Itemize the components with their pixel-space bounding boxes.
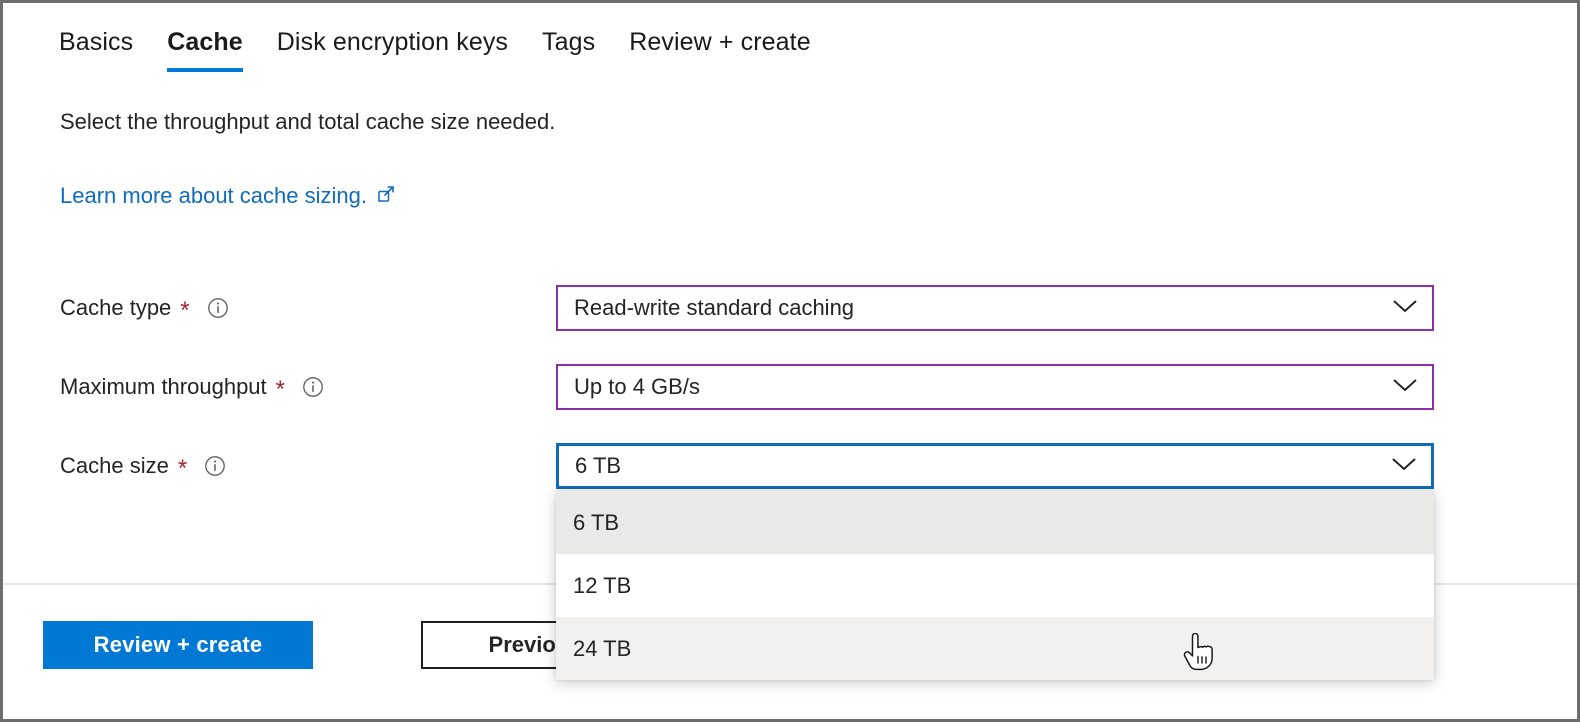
- field-label-text: Maximum throughput: [60, 374, 267, 399]
- dropdown-option-label: 6 TB: [573, 509, 620, 535]
- tab-review-create[interactable]: Review + create: [612, 3, 827, 59]
- tab-cache[interactable]: Cache: [150, 3, 260, 72]
- tab-label: Cache: [167, 28, 243, 56]
- required-asterisk: *: [180, 297, 190, 324]
- dropdown-value: Up to 4 GB/s: [574, 374, 700, 399]
- wizard-tab-strip: Basics Cache Disk encryption keys Tags R…: [3, 3, 1577, 81]
- field-label-text: Cache size: [60, 453, 169, 478]
- field-row-cache-size: Cache size * 6 TB: [3, 442, 1577, 490]
- dropdown-value: Read-write standard caching: [574, 295, 855, 320]
- dropdown-option-24tb[interactable]: 24 TB: [556, 617, 1434, 680]
- dropdown-option-6tb[interactable]: 6 TB: [556, 491, 1434, 554]
- chevron-down-icon[interactable]: [1392, 377, 1418, 398]
- label-cache-size: Cache size *: [60, 451, 226, 481]
- active-tab-underline: [167, 68, 243, 72]
- dropdown-cache-type[interactable]: Read-write standard caching: [556, 285, 1434, 331]
- field-label-text: Cache type: [60, 295, 172, 320]
- dropdown-option-label: 12 TB: [573, 572, 632, 598]
- chevron-down-icon[interactable]: [1391, 456, 1417, 477]
- dropdown-option-label: 24 TB: [573, 635, 632, 661]
- dropdown-cache-size[interactable]: 6 TB: [556, 443, 1434, 489]
- dropdown-maximum-throughput[interactable]: Up to 4 GB/s: [556, 364, 1434, 410]
- tab-label: Basics: [59, 28, 134, 56]
- tab-tags[interactable]: Tags: [525, 3, 612, 59]
- dropdown-option-12tb[interactable]: 12 TB: [556, 554, 1434, 617]
- tab-disk-encryption-keys[interactable]: Disk encryption keys: [260, 3, 525, 59]
- info-icon[interactable]: [204, 455, 226, 477]
- cache-wizard-screen: Basics Cache Disk encryption keys Tags R…: [0, 0, 1580, 722]
- tab-basics[interactable]: Basics: [42, 3, 150, 59]
- tab-label: Tags: [542, 28, 596, 56]
- cache-size-options-panel: 6 TB 12 TB 24 TB: [556, 491, 1434, 680]
- review-create-button[interactable]: Review + create: [43, 621, 313, 669]
- info-icon[interactable]: [302, 376, 324, 398]
- field-row-maximum-throughput: Maximum throughput * Up to 4 GB/s: [3, 363, 1577, 411]
- tab-label: Review + create: [629, 28, 811, 56]
- required-asterisk: *: [275, 376, 285, 403]
- learn-more-row: Learn more about cache sizing.: [60, 180, 396, 212]
- info-icon[interactable]: [207, 297, 229, 319]
- tab-label: Disk encryption keys: [276, 28, 509, 56]
- label-maximum-throughput: Maximum throughput *: [60, 372, 324, 402]
- learn-more-link[interactable]: Learn more about cache sizing.: [60, 180, 367, 212]
- chevron-down-icon[interactable]: [1392, 298, 1418, 319]
- external-link-icon[interactable]: [376, 184, 396, 209]
- label-cache-type: Cache type *: [60, 293, 229, 323]
- field-row-cache-type: Cache type * Read-write standard caching: [3, 284, 1577, 332]
- page-description: Select the throughput and total cache si…: [60, 109, 556, 134]
- dropdown-value: 6 TB: [575, 453, 622, 478]
- required-asterisk: *: [177, 455, 188, 482]
